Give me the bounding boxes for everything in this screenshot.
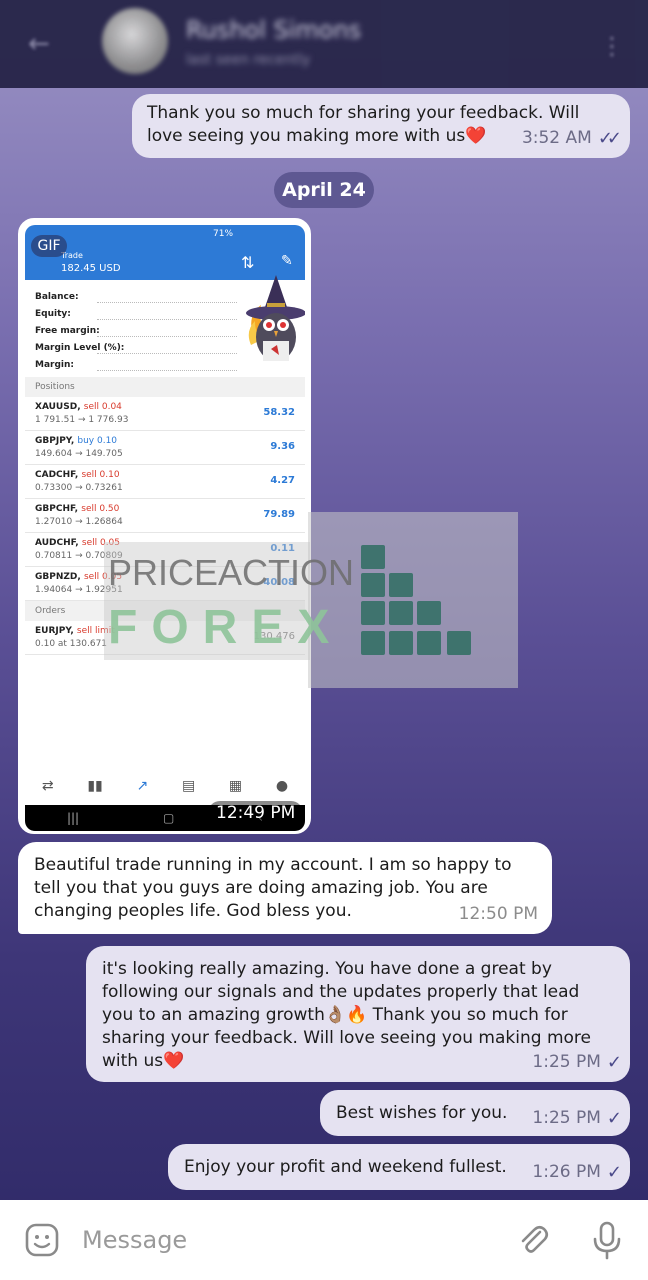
position-prices: 1 791.51 → 1 776.93 [35, 415, 129, 425]
dotted-leader [97, 336, 237, 337]
message-time: 12:50 PM [458, 904, 538, 924]
watermark-text: PRICEACTION [108, 552, 355, 593]
gif-badge: GIF [31, 235, 67, 257]
position-symbol: GBPNZD, [35, 572, 81, 582]
contact-status: last seen recently [186, 52, 311, 68]
outgoing-message[interactable]: Best wishes for you. 1:25 PM ✓ [320, 1090, 630, 1136]
microphone-icon[interactable] [590, 1220, 624, 1260]
account-row: Margin Level (%): [35, 343, 125, 353]
position-profit: 58.32 [263, 407, 295, 418]
new-order-icon: ✎ [281, 253, 293, 269]
home-icon: ▢ [162, 811, 175, 825]
recents-icon: ||| [66, 811, 80, 825]
position-prices: 1.27010 → 1.26864 [35, 517, 123, 527]
position-symbol: CADCHF, [35, 470, 79, 480]
dotted-leader [97, 319, 237, 320]
check-icon: ✓ [606, 1052, 622, 1073]
position-row: GBPJPY, buy 0.10 149.604 → 149.705 9.36 [25, 431, 305, 465]
outgoing-message[interactable]: Enjoy your profit and weekend fullest. 1… [168, 1144, 630, 1190]
message-input[interactable]: Message [82, 1226, 187, 1254]
dotted-leader [97, 302, 237, 303]
order-prices: 0.10 at 130.671 [35, 639, 108, 649]
emoji-icon[interactable] [24, 1222, 60, 1258]
trading-app-screenshot: 71% Trade 182.45 USD ⇅ ✎ GIF Balance: Eq… [25, 225, 305, 831]
message-time: 12:49 PM [208, 801, 304, 825]
position-side: sell 0.10 [81, 470, 120, 480]
double-check-icon: ✓✓ [597, 128, 622, 149]
position-symbol: GBPCHF, [35, 504, 79, 514]
sort-icon: ⇅ [241, 253, 255, 272]
incoming-message[interactable]: Beautiful trade running in my account. I… [18, 842, 552, 934]
gif-message[interactable]: 71% Trade 182.45 USD ⇅ ✎ GIF Balance: Eq… [18, 218, 311, 834]
history-icon: ▤ [181, 778, 196, 794]
check-icon: ✓ [606, 1108, 622, 1129]
news-icon: ▦ [228, 778, 243, 794]
balance-value: 182.45 USD [61, 263, 121, 274]
chat-icon: ● [275, 778, 289, 794]
dotted-leader [97, 370, 237, 371]
position-profit: 79.89 [263, 509, 295, 520]
position-profit: 9.36 [270, 441, 295, 452]
position-prices: 149.604 → 149.705 [35, 449, 123, 459]
account-row: Balance: [35, 292, 79, 302]
message-time: 3:52 AM [521, 128, 592, 148]
watermark-text: FOREX [108, 601, 344, 654]
account-row: Margin: [35, 360, 75, 370]
position-side: buy 0.10 [77, 436, 118, 446]
message-time: 1:25 PM [532, 1108, 601, 1128]
message-input-bar: Message [0, 1200, 648, 1280]
position-profit: 4.27 [270, 475, 295, 486]
message-text: Best wishes for you. [336, 1103, 508, 1123]
account-row: Free margin: [35, 326, 100, 336]
message-time: 1:25 PM [532, 1052, 601, 1072]
quotes-icon: ⇄ [41, 778, 54, 794]
contact-name[interactable]: Rushol Simons [186, 16, 361, 44]
message-meta: 12:50 PM [459, 903, 538, 926]
position-prices: 0.73300 → 0.73261 [35, 483, 123, 493]
position-row: CADCHF, sell 0.10 0.73300 → 0.73261 4.27 [25, 465, 305, 499]
wizard-owl-sticker-icon [246, 275, 305, 361]
position-symbol: AUDCHF, [35, 538, 79, 548]
position-side: sell 0.04 [83, 402, 122, 412]
dotted-leader [97, 353, 237, 354]
chart-icon: ▮▮ [87, 778, 103, 794]
message-meta: 1:25 PM ✓ [532, 1051, 622, 1074]
check-icon: ✓ [606, 1162, 622, 1183]
trade-icon: ↗ [136, 778, 149, 794]
position-row: XAUUSD, sell 0.04 1 791.51 → 1 776.93 58… [25, 397, 305, 431]
app-header: 71% Trade 182.45 USD ⇅ ✎ [25, 225, 305, 280]
message-meta: 1:26 PM ✓ [532, 1161, 622, 1184]
message-text: Enjoy your profit and weekend fullest. [184, 1157, 507, 1177]
chat-header: ← Rushol Simons last seen recently ⋮ [0, 0, 648, 88]
message-meta: 1:25 PM ✓ [532, 1107, 622, 1130]
contact-avatar[interactable] [102, 8, 168, 74]
position-side: sell 0.50 [81, 504, 120, 514]
attach-icon[interactable] [516, 1222, 552, 1258]
order-symbol: EURJPY, [35, 626, 74, 636]
position-symbol: XAUUSD, [35, 402, 81, 412]
app-bottom-nav: ⇄ ▮▮ ↗ ▤ ▦ ● [25, 773, 305, 799]
phone-status-bar: 71% [213, 229, 234, 239]
position-row: GBPCHF, sell 0.50 1.27010 → 1.26864 79.8… [25, 499, 305, 533]
date-separator: April 24 [274, 172, 374, 208]
message-meta: 3:52 AM ✓✓ [521, 127, 622, 150]
message-time: 1:26 PM [532, 1162, 601, 1182]
back-arrow-icon[interactable]: ← [28, 30, 56, 58]
positions-header: Positions [25, 377, 305, 397]
position-symbol: GBPJPY, [35, 436, 75, 446]
outgoing-message[interactable]: Thank you so much for sharing your feedb… [132, 94, 630, 158]
more-menu-icon[interactable]: ⋮ [600, 32, 624, 60]
outgoing-message[interactable]: it's looking really amazing. You have do… [86, 946, 630, 1082]
account-row: Equity: [35, 309, 71, 319]
